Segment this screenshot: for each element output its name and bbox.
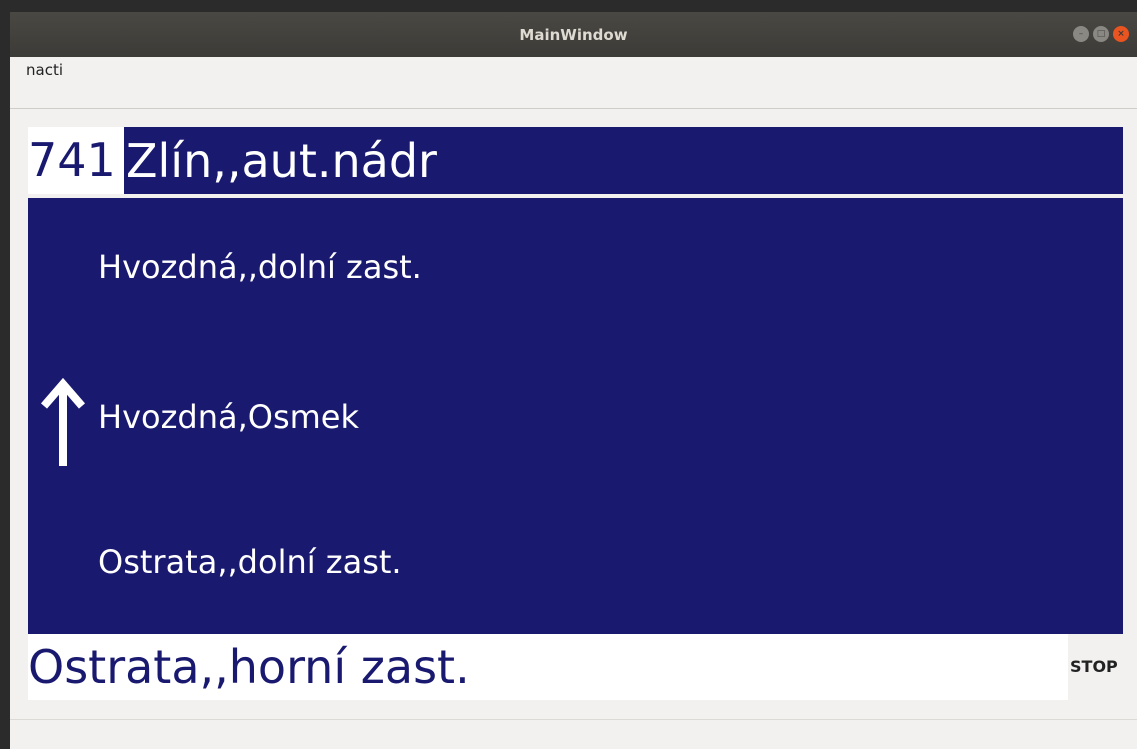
window-controls: – □ × xyxy=(1073,26,1129,42)
arrow-up-icon xyxy=(40,378,86,466)
stop-item: Hvozdná,Osmek xyxy=(98,398,359,436)
destination-label: Zlín,,aut.nádr xyxy=(126,133,437,188)
current-stop-label: Ostrata,,horní zast. xyxy=(28,634,1068,700)
window-title: MainWindow xyxy=(519,25,628,44)
menu-item-nacti[interactable]: nacti xyxy=(26,61,63,79)
toolbar-divider xyxy=(10,108,1137,109)
minimize-icon[interactable]: – xyxy=(1073,26,1089,42)
upcoming-stops-panel: Hvozdná,,dolní zast. Hvozdná,Osmek Ostra… xyxy=(28,198,1123,634)
stop-item: Ostrata,,dolní zast. xyxy=(98,543,402,581)
stop-request-indicator: STOP xyxy=(1070,657,1118,676)
menu-bar: nacti xyxy=(10,57,1137,85)
main-window: MainWindow – □ × nacti 741 Zlín,,aut.nád… xyxy=(10,12,1137,749)
maximize-icon[interactable]: □ xyxy=(1093,26,1109,42)
status-divider xyxy=(10,719,1137,720)
line-number: 741 xyxy=(28,127,124,194)
route-header: 741 Zlín,,aut.nádr xyxy=(28,127,1123,194)
title-bar[interactable]: MainWindow – □ × xyxy=(10,12,1137,57)
close-icon[interactable]: × xyxy=(1113,26,1129,42)
stop-item: Hvozdná,,dolní zast. xyxy=(98,248,422,286)
